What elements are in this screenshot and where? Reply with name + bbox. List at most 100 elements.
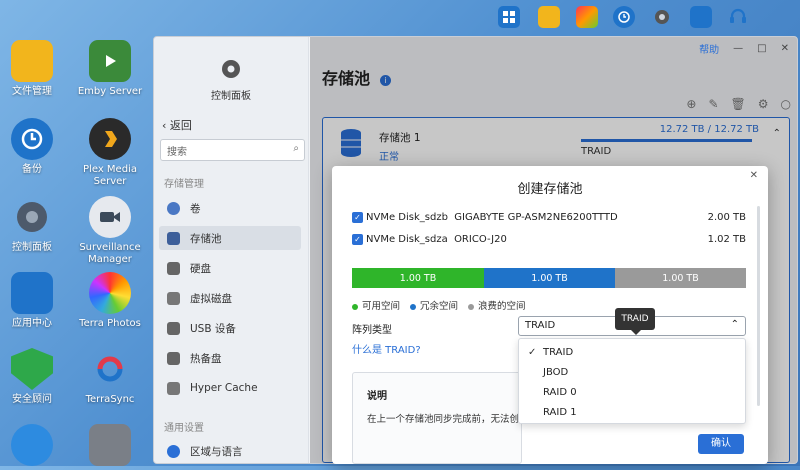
sidebar-item-usb[interactable]: USB 设备: [159, 316, 301, 340]
capacity-bar: 1.00 TB 1.00 TB 1.00 TB: [352, 268, 746, 288]
option-raid0[interactable]: RAID 0: [519, 383, 747, 403]
virtual-disk-icon: [167, 291, 180, 305]
disk-icon: [167, 261, 180, 275]
app-media[interactable]: [70, 424, 150, 470]
disk-size: 1.02 TB: [707, 234, 746, 245]
search-icon[interactable]: ⌕: [293, 143, 299, 154]
note-box: 说明 在上一个存储池同步完成前，无法创: [352, 372, 522, 464]
app-backup[interactable]: 备份: [0, 118, 72, 176]
close-icon[interactable]: ✕: [750, 170, 758, 181]
disk-row[interactable]: ✓ NVMe Disk_sdza ORICO-J20 1.02 TB: [352, 234, 746, 245]
sidebar-item-volume[interactable]: 卷: [159, 196, 301, 220]
help-link[interactable]: 帮助: [699, 41, 719, 56]
app-terra-photos[interactable]: Terra Photos: [70, 272, 150, 330]
check-icon: ✓: [528, 347, 537, 358]
grid-icon[interactable]: [498, 6, 520, 28]
dialog-title: 创建存储池: [517, 182, 583, 197]
chevron-up-icon: ⌃: [730, 319, 739, 330]
media-icon: [89, 424, 131, 466]
app-center-icon[interactable]: [690, 6, 712, 28]
option-traid[interactable]: ✓ TRAID: [519, 343, 747, 363]
app-security-advisor[interactable]: 安全顾问: [0, 348, 72, 406]
gear-icon: [11, 196, 53, 238]
search-input[interactable]: 搜索 ⌕: [160, 139, 305, 161]
folder-icon: [11, 40, 53, 82]
sidebar-item-disk[interactable]: 硬盘: [159, 256, 301, 280]
capacity-legend: 可用空间 冗余空间 浪费的空间: [352, 298, 526, 312]
sidebar: 控制面板 ‹ 返回 搜索 ⌕ 存储管理 卷 存储池 硬盘 虚拟磁盘 USB 设备…: [154, 37, 309, 463]
app-plex[interactable]: Plex Media Server: [70, 118, 150, 188]
disk-row[interactable]: ✓ NVMe Disk_sdzb GIGABYTE GP-ASM2NE6200T…: [352, 212, 746, 223]
plex-icon: [89, 118, 131, 160]
search-placeholder: 搜索: [167, 147, 187, 158]
available-segment: 1.00 TB: [352, 268, 484, 288]
sync-icon: [89, 348, 131, 390]
tooltip: TRAID: [615, 308, 655, 335]
dialog-scrollbar[interactable]: [757, 206, 760, 406]
array-type-value: TRAID: [525, 320, 556, 331]
app-label: Plex Media Server: [83, 164, 137, 187]
back-label: 返回: [169, 119, 192, 132]
option-raid1[interactable]: RAID 1: [519, 403, 747, 423]
confirm-button[interactable]: 确认: [698, 434, 744, 454]
security-icon: [11, 348, 53, 390]
sidebar-item-label: 区域与语言: [190, 445, 243, 458]
back-button[interactable]: ‹ 返回: [162, 117, 192, 133]
close-button[interactable]: ✕: [781, 43, 789, 54]
what-is-traid-link[interactable]: 什么是 TRAID?: [352, 341, 421, 356]
app-label: Emby Server: [77, 86, 143, 97]
sidebar-item-storage-pool[interactable]: 存储池: [159, 226, 301, 250]
minimize-button[interactable]: —: [733, 43, 743, 54]
sidebar-item-hyper-cache[interactable]: Hyper Cache: [159, 376, 301, 400]
control-panel-title: 控制面板: [211, 91, 251, 102]
app-label: TerraSync: [85, 394, 135, 405]
app-label: 文件管理: [12, 86, 52, 97]
volume-icon: [167, 201, 180, 215]
photos-icon[interactable]: [576, 6, 598, 28]
disk-name: NVMe Disk_sdza: [366, 234, 448, 245]
create-pool-dialog: 创建存储池 ✕ ✓ NVMe Disk_sdzb GIGABYTE GP-ASM…: [332, 166, 768, 464]
checkbox-checked[interactable]: ✓: [352, 234, 363, 245]
redundant-segment: 1.00 TB: [484, 268, 615, 288]
backup-icon: [11, 118, 53, 160]
app-surveillance[interactable]: Surveillance Manager: [70, 196, 150, 266]
app-emby[interactable]: Emby Server: [70, 40, 150, 98]
disk-name: NVMe Disk_sdzb: [366, 212, 448, 223]
sidebar-item-virtual-disk[interactable]: 虚拟磁盘: [159, 286, 301, 310]
backup-icon[interactable]: [613, 6, 635, 28]
settings-icon[interactable]: [651, 6, 673, 28]
section-storage: 存储管理: [164, 179, 204, 190]
globe-icon: [167, 444, 180, 458]
app-label: Surveillance Manager: [79, 242, 141, 265]
array-type-dropdown: ✓ TRAID JBOD RAID 0 RAID 1: [518, 338, 746, 424]
option-jbod[interactable]: JBOD: [519, 363, 747, 383]
note-title: 说明: [367, 391, 387, 402]
app-label: Terra Photos: [79, 318, 141, 329]
checkbox-checked[interactable]: ✓: [352, 212, 363, 223]
app-label: 安全顾问: [12, 394, 52, 405]
legend-item: 浪费的空间: [468, 298, 526, 312]
usb-icon: [167, 321, 180, 335]
folder-icon[interactable]: [538, 6, 560, 28]
support-icon[interactable]: [727, 6, 749, 28]
disk-size: 2.00 TB: [707, 212, 746, 223]
app-center[interactable]: 应用中心: [0, 272, 72, 330]
disk-model: ORICO-J20: [454, 234, 507, 245]
sidebar-item-hot-spare[interactable]: 热备盘: [159, 346, 301, 370]
app-terrasync[interactable]: TerraSync: [70, 348, 150, 406]
window-controls: 帮助 — □ ✕: [699, 41, 789, 56]
section-general: 通用设置: [164, 423, 204, 434]
cloud-icon: [11, 424, 53, 466]
wasted-segment: 1.00 TB: [615, 268, 746, 288]
app-control-panel[interactable]: 控制面板: [0, 196, 72, 254]
app-file-manager[interactable]: 文件管理: [0, 40, 72, 98]
emby-icon: [89, 40, 131, 82]
sidebar-item-region[interactable]: 区域与语言: [159, 439, 301, 463]
camera-icon: [89, 196, 131, 238]
array-type-label: 阵列类型: [352, 325, 392, 336]
app-label: 控制面板: [12, 242, 52, 253]
sidebar-item-label: 卷: [190, 202, 201, 215]
sidebar-item-label: 热备盘: [190, 352, 222, 365]
maximize-button[interactable]: □: [757, 43, 766, 54]
app-cloud[interactable]: [0, 424, 72, 470]
